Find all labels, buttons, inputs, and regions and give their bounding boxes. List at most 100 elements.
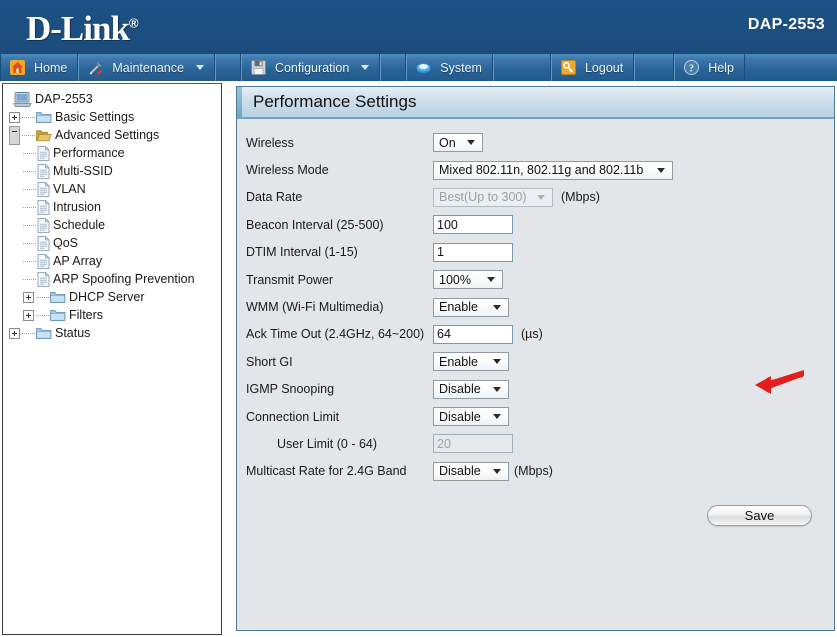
tree-expand-button[interactable] bbox=[9, 111, 20, 123]
sidebar-item-performance[interactable]: Performance bbox=[9, 144, 221, 162]
logo-text: D-Link bbox=[26, 9, 130, 48]
multicast-rate-for-2-4g-band-unit: (Mbps) bbox=[514, 464, 553, 479]
sidebar-item-status[interactable]: Status bbox=[9, 324, 221, 342]
page-title: Performance Settings bbox=[253, 92, 417, 111]
field-label-data-rate: Data Rate bbox=[246, 190, 303, 205]
chevron-down-icon bbox=[493, 304, 501, 310]
nav-item-configuration-label: Configuration bbox=[274, 60, 350, 75]
tools-icon bbox=[87, 59, 104, 76]
sidebar-item-ap-array[interactable]: AP Array bbox=[9, 252, 221, 270]
model-name: DAP-2553 bbox=[747, 16, 825, 33]
sidebar-item-schedule[interactable]: Schedule bbox=[9, 216, 221, 234]
connection-limit-select[interactable]: Disable bbox=[433, 407, 509, 427]
field-label-multicast-rate-for-2-4g-band: Multicast Rate for 2.4G Band bbox=[246, 464, 407, 479]
chevron-down-icon bbox=[467, 140, 475, 146]
wireless-mode-select-value: Mixed 802.11n, 802.11g and 802.11b bbox=[439, 163, 644, 178]
nav-item-configuration[interactable]: Configuration bbox=[240, 54, 381, 81]
tree-expand-button[interactable] bbox=[23, 309, 34, 321]
sidebar-item-multi-ssid[interactable]: Multi-SSID bbox=[9, 162, 221, 180]
device-icon bbox=[13, 91, 32, 108]
nav-item-maintenance[interactable]: Maintenance bbox=[78, 54, 215, 81]
nav-item-maintenance-label: Maintenance bbox=[112, 60, 184, 75]
field-label-wireless: Wireless bbox=[246, 135, 294, 150]
field-label-user-limit-0-64: User Limit (0 - 64) bbox=[277, 436, 378, 451]
chevron-down-icon bbox=[487, 277, 495, 283]
svg-text:?: ? bbox=[689, 63, 694, 74]
sidebar-item-basic-settings[interactable]: Basic Settings bbox=[9, 108, 221, 126]
nav-item-help-label: Help bbox=[708, 60, 734, 75]
tree-expand-button[interactable] bbox=[23, 291, 34, 303]
tree-expand-button[interactable] bbox=[9, 327, 20, 339]
user-limit-0-64-input-value: 20 bbox=[437, 436, 451, 451]
ack-time-out-2-4ghz-64-200-input[interactable]: 64 bbox=[433, 324, 513, 344]
tree-connector bbox=[36, 296, 49, 298]
form-row-multicast-rate-for-2-4g-band: Multicast Rate for 2.4G Band Disable (Mbps… bbox=[237, 458, 834, 485]
tree-connector bbox=[22, 116, 35, 118]
form-row-beacon-interval-25-500: Beacon Interval (25-500) 100 bbox=[237, 211, 834, 238]
sidebar-item-label: Status bbox=[55, 326, 91, 340]
nav-item-logout-label: Logout bbox=[584, 60, 624, 75]
settings-tree: DAP-2553 Basic Settings Advanced Settings P… bbox=[3, 84, 221, 342]
data-rate-select: Best(Up to 300) bbox=[433, 187, 553, 207]
chevron-down-icon bbox=[657, 167, 665, 173]
field-control-wrap: 100% bbox=[433, 270, 503, 290]
sidebar-item-qos[interactable]: QoS bbox=[9, 234, 221, 252]
chevron-down-icon bbox=[537, 194, 545, 200]
nav-gap-4 bbox=[634, 54, 675, 81]
page-icon bbox=[37, 163, 50, 179]
nav-item-help[interactable]: ? Help bbox=[674, 54, 745, 81]
folder-open-icon bbox=[36, 129, 52, 142]
wmm-wi-fi-multimedia-select-value: Enable bbox=[439, 300, 478, 315]
tree-connector bbox=[23, 152, 36, 154]
page-icon bbox=[37, 235, 50, 251]
wmm-wi-fi-multimedia-select[interactable]: Enable bbox=[433, 297, 509, 317]
dtim-interval-1-15-input[interactable]: 1 bbox=[433, 242, 513, 262]
app-header: D-Link® DAP-2553 bbox=[0, 0, 837, 54]
tree-connector bbox=[22, 134, 35, 136]
page-icon bbox=[37, 145, 50, 161]
short-gi-select[interactable]: Enable bbox=[433, 352, 509, 372]
sidebar-item-dhcp-server[interactable]: DHCP Server bbox=[9, 288, 221, 306]
beacon-interval-25-500-input[interactable]: 100 bbox=[433, 215, 513, 235]
nav-gap-2 bbox=[380, 54, 407, 81]
nav-item-home[interactable]: Home bbox=[0, 54, 79, 81]
wireless-mode-select[interactable]: Mixed 802.11n, 802.11g and 802.11b bbox=[433, 160, 673, 180]
sidebar-item-arp-spoofing-prevention[interactable]: ARP Spoofing Prevention bbox=[9, 270, 221, 288]
sidebar-item-label: VLAN bbox=[53, 182, 86, 196]
sidebar-item-intrusion[interactable]: Intrusion bbox=[9, 198, 221, 216]
sidebar-item-label: AP Array bbox=[53, 254, 103, 268]
nav-item-logout[interactable]: Logout bbox=[550, 54, 635, 81]
nav-item-system[interactable]: System bbox=[406, 54, 493, 81]
form-row-transmit-power: Transmit Power 100% bbox=[237, 266, 834, 293]
sidebar-item-vlan[interactable]: VLAN bbox=[9, 180, 221, 198]
nav-item-system-label: System bbox=[440, 60, 482, 75]
form-row-data-rate: Data Rate Best(Up to 300) (Mbps) bbox=[237, 184, 834, 211]
transmit-power-select[interactable]: 100% bbox=[433, 270, 503, 290]
form-row-connection-limit: Connection Limit Disable bbox=[237, 403, 834, 430]
sidebar-item-filters[interactable]: Filters bbox=[9, 306, 221, 324]
form-row-user-limit-0-64: User Limit (0 - 64) 20 bbox=[237, 430, 834, 457]
floppy-disk-icon bbox=[250, 59, 267, 76]
sidebar-item-label: Filters bbox=[69, 308, 104, 322]
multicast-rate-for-2-4g-band-select[interactable]: Disable bbox=[433, 461, 509, 481]
wireless-select[interactable]: On bbox=[433, 133, 483, 153]
content-panel: Performance Settings Wireless On Wireless … bbox=[236, 86, 835, 631]
field-control-wrap: Disable bbox=[433, 379, 509, 399]
folder-icon bbox=[50, 291, 66, 304]
tree-connector bbox=[23, 206, 36, 208]
tree-collapse-button[interactable] bbox=[9, 125, 20, 145]
form-row-ack-time-out-2-4ghz-64-200: Ack Time Out (2.4GHz, 64~200) 64 (µs) bbox=[237, 321, 834, 348]
chevron-down-icon[interactable] bbox=[361, 65, 370, 70]
save-button[interactable]: Save bbox=[707, 505, 812, 526]
performance-settings-form: Wireless On Wireless Mode Mixed 802.11n, 80… bbox=[237, 129, 834, 485]
igmp-snooping-select[interactable]: Disable bbox=[433, 379, 509, 399]
sidebar-item-advanced-settings[interactable]: Advanced Settings bbox=[9, 125, 221, 145]
form-row-short-gi: Short GI Enable bbox=[237, 348, 834, 375]
field-label-beacon-interval-25-500: Beacon Interval (25-500) bbox=[246, 217, 384, 232]
field-label-dtim-interval-1-15: DTIM Interval (1-15) bbox=[246, 245, 358, 260]
tree-connector bbox=[23, 260, 36, 262]
field-control-wrap: Enable bbox=[433, 297, 509, 317]
tree-connector bbox=[23, 170, 36, 172]
chevron-down-icon[interactable] bbox=[195, 65, 204, 70]
page-title-bar: Performance Settings bbox=[237, 87, 834, 119]
